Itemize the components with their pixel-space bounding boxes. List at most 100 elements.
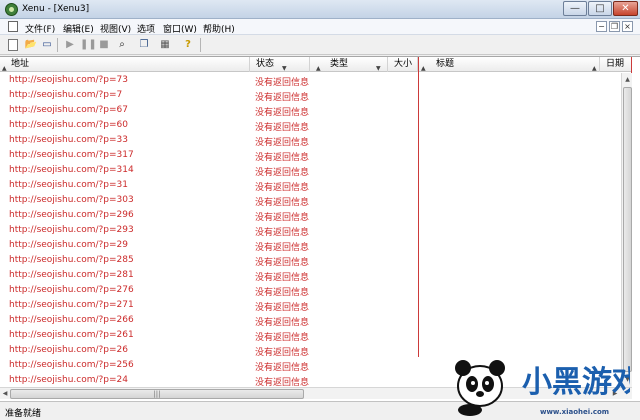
toolbar: 📂 ▭ ▶ ❚❚ ■ ⌕ ❐ ▦ ? [0, 35, 640, 55]
mdi-close-button[interactable]: × [622, 21, 633, 32]
menu-options[interactable]: 选项 [137, 22, 155, 35]
scroll-down-arrow-icon[interactable]: ▼ [623, 374, 632, 385]
status-cell: 没有返回信息 [255, 318, 310, 328]
column-header-type[interactable]: ▲ 类型 ▼ [310, 57, 388, 72]
vertical-scroll-thumb[interactable] [623, 87, 632, 372]
column-header-address[interactable]: ▲ 地址 [0, 57, 250, 72]
table-row[interactable]: http://seojishu.com/?p=29 没有返回信息 [0, 238, 632, 253]
status-cell: 没有返回信息 [255, 273, 310, 283]
minimize-button[interactable]: — [563, 1, 587, 16]
table-row[interactable]: http://seojishu.com/?p=266 没有返回信息 [0, 313, 632, 328]
url-cell: http://seojishu.com/?p=317 [9, 150, 134, 160]
binoculars-icon[interactable]: ⌕ [115, 38, 129, 52]
watermark-url: www.xiaohei.com [540, 408, 610, 416]
table-row[interactable]: http://seojishu.com/?p=33 没有返回信息 [0, 133, 632, 148]
url-cell: http://seojishu.com/?p=73 [9, 75, 128, 85]
column-header-size[interactable]: 大小 [388, 57, 418, 72]
stop-icon[interactable]: ■ [97, 38, 111, 52]
column-header-date[interactable]: 日期 [600, 57, 632, 72]
url-cell: http://seojishu.com/?p=261 [9, 330, 134, 340]
table-row[interactable]: http://seojishu.com/?p=256 没有返回信息 [0, 358, 632, 373]
column-label: 日期 [606, 59, 625, 69]
save-disk-icon[interactable]: ▭ [40, 38, 54, 52]
results-rows: http://seojishu.com/?p=73 没有返回信息 http://s… [0, 73, 632, 388]
open-folder-icon[interactable]: 📂 [24, 38, 38, 52]
status-cell: 没有返回信息 [255, 348, 310, 358]
menu-help[interactable]: 帮助(H) [203, 22, 235, 35]
help-question-icon[interactable]: ? [181, 38, 195, 52]
table-row[interactable]: http://seojishu.com/?p=31 没有返回信息 [0, 178, 632, 193]
menu-window[interactable]: 窗口(W) [163, 22, 197, 35]
table-row[interactable]: http://seojishu.com/?p=67 没有返回信息 [0, 103, 632, 118]
table-row[interactable]: http://seojishu.com/?p=296 没有返回信息 [0, 208, 632, 223]
xenu-app-icon [5, 3, 18, 16]
table-row[interactable]: http://seojishu.com/?p=281 没有返回信息 [0, 268, 632, 283]
status-cell: 没有返回信息 [255, 303, 310, 313]
horizontal-scroll-thumb[interactable]: ||| [10, 389, 304, 399]
new-document-icon[interactable] [8, 39, 18, 51]
close-button[interactable]: ✕ [613, 1, 638, 16]
column-header-title[interactable]: ▲ 标题 ▲ [418, 57, 600, 72]
status-cell: 没有返回信息 [255, 108, 310, 118]
table-row[interactable]: http://seojishu.com/?p=276 没有返回信息 [0, 283, 632, 298]
table-row[interactable]: http://seojishu.com/?p=73 没有返回信息 [0, 73, 632, 88]
column-label: 地址 [11, 59, 30, 69]
column-label: 状态 [256, 59, 275, 69]
status-cell: 没有返回信息 [255, 153, 310, 163]
url-cell: http://seojishu.com/?p=293 [9, 225, 134, 235]
vertical-scrollbar[interactable]: ▲ ▼ [621, 73, 632, 387]
table-row[interactable]: http://seojishu.com/?p=60 没有返回信息 [0, 118, 632, 133]
url-cell: http://seojishu.com/?p=26 [9, 345, 128, 355]
maximize-button[interactable]: □ [588, 1, 612, 16]
status-cell: 没有返回信息 [255, 213, 310, 223]
document-icon[interactable] [8, 21, 18, 32]
menu-file[interactable]: 文件(F) [25, 22, 55, 35]
url-cell: http://seojishu.com/?p=281 [9, 270, 134, 280]
column-label: 大小 [394, 59, 413, 69]
menu-edit[interactable]: 编辑(E) [63, 22, 94, 35]
mdi-minimize-button[interactable]: − [596, 21, 607, 32]
copy-icon[interactable]: ❐ [137, 38, 151, 52]
status-cell: 没有返回信息 [255, 333, 310, 343]
column-label: 标题 [436, 59, 455, 69]
status-cell: 没有返回信息 [255, 78, 310, 88]
title-bar: Xenu - [Xenu3] — □ ✕ [0, 0, 640, 19]
table-row[interactable]: http://seojishu.com/?p=261 没有返回信息 [0, 328, 632, 343]
status-cell: 没有返回信息 [255, 228, 310, 238]
status-cell: 没有返回信息 [255, 363, 310, 373]
toolbar-separator [200, 38, 201, 52]
table-row[interactable]: http://seojishu.com/?p=314 没有返回信息 [0, 163, 632, 178]
table-row[interactable]: http://seojishu.com/?p=7 没有返回信息 [0, 88, 632, 103]
url-cell: http://seojishu.com/?p=303 [9, 195, 134, 205]
scroll-left-arrow-icon[interactable]: ◀ [0, 388, 10, 400]
horizontal-scrollbar[interactable]: ◀ ||| ▶ [0, 387, 632, 399]
url-cell: http://seojishu.com/?p=60 [9, 120, 128, 130]
url-cell: http://seojishu.com/?p=285 [9, 255, 134, 265]
table-row[interactable]: http://seojishu.com/?p=285 没有返回信息 [0, 253, 632, 268]
status-cell: 没有返回信息 [255, 93, 310, 103]
url-cell: http://seojishu.com/?p=256 [9, 360, 134, 370]
table-row[interactable]: http://seojishu.com/?p=271 没有返回信息 [0, 298, 632, 313]
play-icon[interactable]: ▶ [63, 38, 77, 52]
scroll-up-arrow-icon[interactable]: ▲ [623, 74, 632, 85]
status-cell: 没有返回信息 [255, 123, 310, 133]
status-cell: 没有返回信息 [255, 168, 310, 178]
url-cell: http://seojishu.com/?p=296 [9, 210, 134, 220]
table-row[interactable]: http://seojishu.com/?p=293 没有返回信息 [0, 223, 632, 238]
menu-view[interactable]: 视图(V) [100, 22, 131, 35]
pause-icon[interactable]: ❚❚ [80, 38, 97, 52]
table-row[interactable]: http://seojishu.com/?p=317 没有返回信息 [0, 148, 632, 163]
mdi-restore-button[interactable]: ❐ [609, 21, 620, 32]
toolbar-separator [57, 38, 58, 52]
table-row[interactable]: http://seojishu.com/?p=24 没有返回信息 [0, 373, 632, 388]
url-cell: http://seojishu.com/?p=314 [9, 165, 134, 175]
table-header: ▲ 地址 状态 ▼ ▲ 类型 ▼ 大小 ▲ 标题 ▲ 日期 [0, 57, 632, 72]
column-header-status[interactable]: 状态 ▼ [250, 57, 310, 72]
scroll-right-arrow-icon[interactable]: ▶ [610, 388, 620, 400]
url-cell: http://seojishu.com/?p=266 [9, 315, 134, 325]
properties-icon[interactable]: ▦ [158, 38, 172, 52]
table-row[interactable]: http://seojishu.com/?p=26 没有返回信息 [0, 343, 632, 358]
status-text: 准备就绪 [5, 409, 42, 419]
table-row[interactable]: http://seojishu.com/?p=303 没有返回信息 [0, 193, 632, 208]
url-cell: http://seojishu.com/?p=7 [9, 90, 123, 100]
